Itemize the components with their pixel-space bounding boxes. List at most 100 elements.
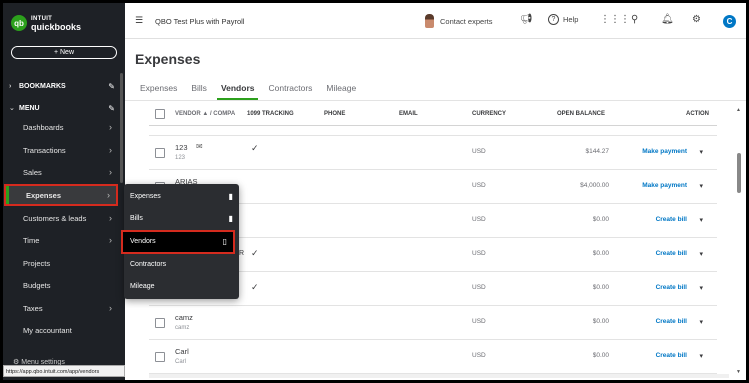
help-button[interactable]: ? Help	[548, 14, 578, 25]
row-action-link[interactable]: Create bill	[656, 250, 687, 257]
new-button[interactable]: + New	[11, 46, 117, 59]
row-action-link[interactable]: Create bill	[656, 352, 687, 359]
flyout-item-vendors[interactable]: Vendors ▯	[121, 230, 235, 254]
email-column-header[interactable]: EMAIL	[399, 111, 418, 117]
action-dropdown-caret-icon[interactable]: ▾	[699, 318, 703, 326]
tab-bills[interactable]: Bills	[191, 83, 207, 97]
table-row[interactable]: camz camz USD $0.00 Create bill ▾	[149, 306, 717, 340]
sidebar-item-time[interactable]: Time ›	[3, 229, 118, 251]
tracking-check-icon: ✓	[251, 282, 259, 292]
currency-value: USD	[472, 148, 486, 155]
currency-column-header[interactable]: CURRENCY	[472, 111, 506, 117]
sidebar-item-budgets[interactable]: Budgets	[3, 274, 118, 296]
sidebar-item-projects[interactable]: Projects	[3, 252, 118, 274]
contact-experts-button[interactable]: Contact experts	[425, 14, 493, 28]
help-icon: ?	[548, 14, 559, 25]
row-action-link[interactable]: Create bill	[656, 318, 687, 325]
sidebar-item-label: Transactions	[23, 145, 66, 155]
sidebar-item-expenses[interactable]: Expenses ›	[4, 184, 118, 206]
vendor-name[interactable]: 123	[175, 143, 188, 152]
main-vertical-scrollbar[interactable]	[737, 153, 741, 193]
menu-toggle-icon[interactable]: ☰	[135, 15, 143, 26]
main-horizontal-scrollbar[interactable]	[149, 374, 729, 378]
sidebar-scrollbar[interactable]	[120, 73, 123, 183]
scroll-up-arrow-icon[interactable]: ▲	[736, 107, 741, 113]
help-label: Help	[563, 15, 579, 24]
sidebar-item-my-accountant[interactable]: My accountant	[3, 319, 118, 341]
quickbooks-logo[interactable]: qb INTUIT quickbooks	[11, 15, 82, 32]
status-bar-url: https://app.qbo.intuit.com/app/vendors	[3, 365, 125, 377]
bookmarks-section[interactable]: › BOOKMARKS ✎	[3, 78, 125, 94]
action-dropdown-caret-icon[interactable]: ▾	[699, 284, 703, 292]
chevron-right-icon: ›	[109, 213, 112, 223]
currency-value: USD	[472, 182, 486, 189]
scroll-down-arrow-icon[interactable]: ▼	[736, 369, 741, 375]
expert-avatar-icon	[425, 14, 434, 28]
megaphone-icon[interactable]: 📢︎	[520, 14, 533, 25]
page-title: Expenses	[135, 51, 201, 67]
tab-expenses[interactable]: Expenses	[140, 83, 177, 97]
tab-vendors[interactable]: Vendors	[216, 83, 258, 100]
open-balance-value: $0.00	[592, 284, 609, 291]
action-dropdown-caret-icon[interactable]: ▾	[699, 182, 703, 190]
row-checkbox[interactable]	[155, 318, 165, 328]
tab-mileage[interactable]: Mileage	[326, 83, 356, 97]
flyout-item-contractors[interactable]: Contractors	[124, 254, 239, 276]
flyout-item-expenses[interactable]: Expenses ▮	[124, 186, 239, 208]
tab-bar: Expenses Bills Vendors Contractors Milea…	[140, 83, 370, 100]
action-dropdown-caret-icon[interactable]: ▾	[699, 250, 703, 258]
flyout-item-mileage[interactable]: Mileage	[124, 276, 239, 298]
action-dropdown-caret-icon[interactable]: ▾	[699, 352, 703, 360]
row-action-link[interactable]: Make payment	[642, 182, 687, 189]
row-checkbox[interactable]	[155, 148, 165, 158]
open-balance-value: $144.27	[585, 148, 610, 155]
quickbooks-logo-icon: qb	[11, 15, 27, 31]
bookmark-filled-icon[interactable]: ▮	[229, 208, 233, 230]
table-row[interactable]: 123 ✉ 123 ✓ USD $144.27 Make payment ▾	[149, 136, 717, 170]
open-balance-column-header[interactable]: OPEN BALANCE	[557, 111, 605, 117]
menu-label: MENU	[19, 104, 40, 112]
sidebar-item-customers-leads[interactable]: Customers & leads ›	[3, 207, 118, 229]
tab-contractors[interactable]: Contractors	[268, 83, 312, 97]
vendor-name[interactable]: Carl	[175, 347, 189, 356]
contact-experts-label: Contact experts	[440, 16, 493, 26]
row-action-link[interactable]: Make payment	[642, 148, 687, 155]
notifications-bell-icon[interactable]: 🔔︎	[661, 14, 674, 25]
chevron-right-icon: ›	[109, 235, 112, 245]
row-action-link[interactable]: Create bill	[656, 284, 687, 291]
apps-grid-icon[interactable]: ⋮⋮⋮	[600, 14, 630, 25]
sidebar-item-dashboards[interactable]: Dashboards ›	[3, 116, 118, 138]
sidebar-item-label: Expenses	[26, 190, 62, 200]
currency-value: USD	[472, 250, 486, 257]
sidebar-item-label: Projects	[23, 258, 51, 268]
vendor-name[interactable]: camz	[175, 313, 193, 322]
mail-icon[interactable]: ✉	[196, 142, 203, 151]
sidebar-item-sales[interactable]: Sales ›	[3, 161, 118, 183]
select-all-checkbox[interactable]	[155, 109, 165, 119]
table-row[interactable]: Carl Carl USD $0.00 Create bill ▾	[149, 340, 717, 374]
logo-quickbooks-text: quickbooks	[31, 22, 82, 32]
row-checkbox[interactable]	[155, 352, 165, 362]
tracking-check-icon: ✓	[251, 143, 259, 153]
company-name: QBO Test Plus with Payroll	[155, 17, 245, 26]
bookmark-outline-icon[interactable]: ▯	[223, 232, 227, 252]
user-avatar[interactable]: C	[723, 15, 736, 28]
action-dropdown-caret-icon[interactable]: ▾	[699, 148, 703, 156]
currency-value: USD	[472, 352, 486, 359]
sidebar-item-transactions[interactable]: Transactions ›	[3, 139, 118, 161]
bookmark-filled-icon[interactable]: ▮	[229, 186, 233, 208]
chevron-right-icon: ›	[109, 303, 112, 313]
vendor-column-header[interactable]: VENDOR ▲ / COMPA	[175, 111, 235, 117]
sidebar-item-taxes[interactable]: Taxes ›	[3, 297, 118, 319]
edit-bookmarks-pencil-icon[interactable]: ✎	[108, 82, 115, 91]
menu-section[interactable]: ⌄ MENU ✎	[3, 100, 125, 116]
tracking-column-header[interactable]: 1099 TRACKING	[247, 111, 294, 117]
flyout-item-bills[interactable]: Bills ▮	[124, 208, 239, 230]
search-icon[interactable]: ⚲	[631, 14, 638, 25]
row-action-link[interactable]: Create bill	[656, 216, 687, 223]
phone-column-header[interactable]: PHONE	[324, 111, 345, 117]
action-dropdown-caret-icon[interactable]: ▾	[699, 216, 703, 224]
edit-menu-pencil-icon[interactable]: ✎	[108, 104, 115, 113]
open-balance-value: $0.00	[592, 250, 609, 257]
settings-gear-icon[interactable]: ⚙	[692, 14, 701, 25]
